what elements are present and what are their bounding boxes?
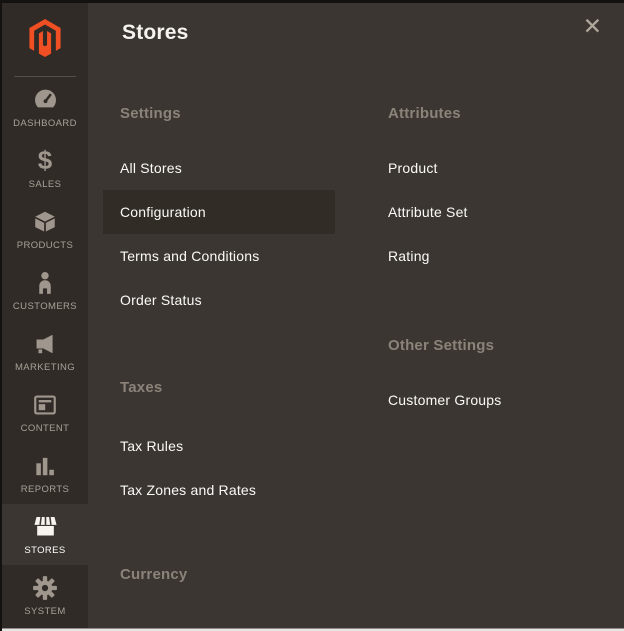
stores-icon [32, 513, 59, 540]
menu-item-customer-groups[interactable]: Customer Groups [371, 378, 603, 422]
sidebar-item-stores[interactable]: STORES [2, 504, 88, 565]
sidebar-item-marketing[interactable]: MARKETING [2, 321, 88, 382]
flyout-column-attributes: Attributes Product Attribute Set Rating … [371, 3, 603, 628]
flyout-column-settings: Settings All Stores Configuration Terms … [103, 3, 335, 628]
sidebar-item-reports[interactable]: REPORTS [2, 443, 88, 504]
stores-flyout-panel: Stores ✕ Settings All Stores Configurati… [88, 3, 624, 628]
sales-icon: $ [32, 147, 59, 174]
sidebar-item-label: PRODUCTS [17, 240, 74, 251]
sidebar-item-label: SYSTEM [24, 606, 65, 617]
sidebar-item-label: CONTENT [21, 423, 70, 434]
reports-icon [32, 452, 59, 479]
sidebar-item-dashboard[interactable]: DASHBOARD [2, 77, 88, 138]
menu-item-attribute-set[interactable]: Attribute Set [371, 190, 603, 234]
magento-logo[interactable] [2, 3, 88, 77]
menu-item-order-status[interactable]: Order Status [103, 278, 335, 322]
sidebar-item-label: DASHBOARD [13, 118, 77, 129]
menu-item-tax-rules[interactable]: Tax Rules [103, 424, 335, 468]
dashboard-icon [32, 86, 59, 113]
sidebar-item-products[interactable]: PRODUCTS [2, 199, 88, 260]
menu-item-configuration[interactable]: Configuration [103, 190, 335, 234]
sidebar-item-label: CUSTOMERS [13, 301, 77, 312]
content-icon [32, 391, 59, 418]
menu-item-all-stores[interactable]: All Stores [103, 146, 335, 190]
section-title-taxes: Taxes [120, 379, 162, 396]
sidebar-item-system[interactable]: SYSTEM [2, 565, 88, 626]
section-title-attributes: Attributes [388, 105, 461, 122]
customers-icon [32, 269, 59, 296]
menu-item-terms-and-conditions[interactable]: Terms and Conditions [103, 234, 335, 278]
sidebar-item-customers[interactable]: CUSTOMERS [2, 260, 88, 321]
system-icon [32, 574, 59, 601]
sidebar-item-sales[interactable]: $ SALES [2, 138, 88, 199]
magento-admin-window: DASHBOARD $ SALES PRODUCTS [0, 0, 624, 631]
section-title-settings: Settings [120, 105, 181, 122]
sidebar-item-content[interactable]: CONTENT [2, 382, 88, 443]
sidebar-item-label: REPORTS [21, 484, 70, 495]
sidebar-item-label: MARKETING [15, 362, 75, 373]
menu-item-product[interactable]: Product [371, 146, 603, 190]
marketing-icon [32, 330, 59, 357]
sidebar-item-label: SALES [29, 179, 62, 190]
sidebar-menu: DASHBOARD $ SALES PRODUCTS [2, 3, 88, 628]
products-icon [32, 208, 59, 235]
section-title-other-settings: Other Settings [388, 337, 494, 354]
sidebar-item-label: STORES [24, 545, 65, 556]
magento-logo-icon [28, 18, 62, 63]
section-title-currency: Currency [120, 566, 187, 583]
menu-item-currency-rates[interactable]: Currency Rates [103, 611, 335, 628]
menu-item-tax-zones-and-rates[interactable]: Tax Zones and Rates [103, 468, 335, 512]
menu-item-rating[interactable]: Rating [371, 234, 603, 278]
